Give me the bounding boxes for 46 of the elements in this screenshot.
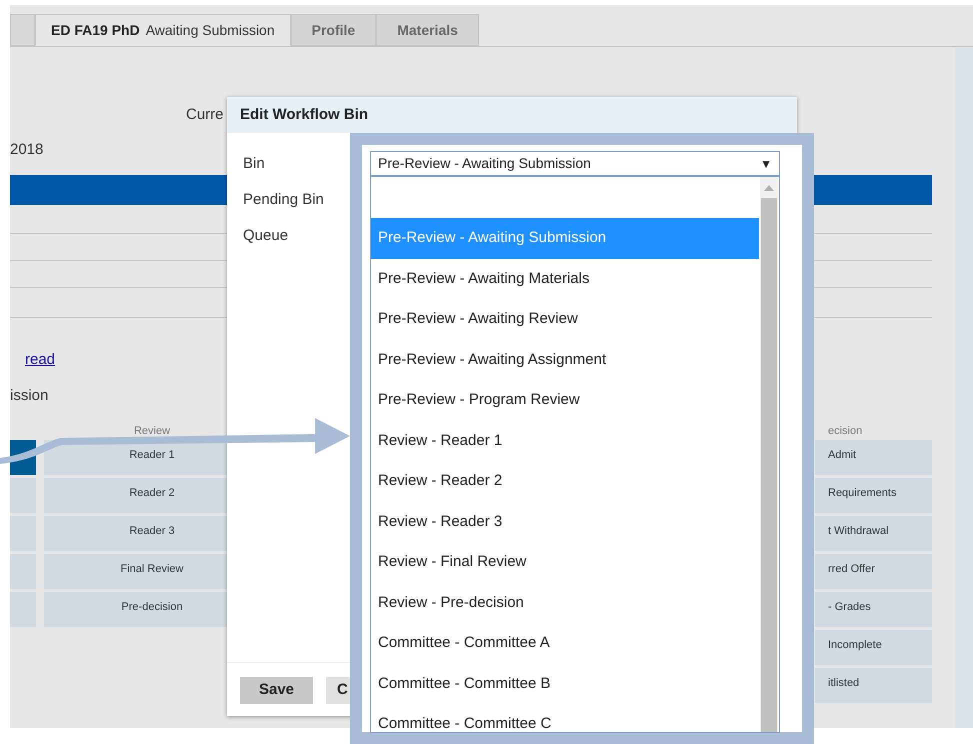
field-label: Pending Bin bbox=[243, 190, 324, 208]
save-button[interactable]: Save bbox=[240, 677, 313, 704]
stage-cell[interactable] bbox=[10, 478, 36, 513]
tab[interactable]: Profile bbox=[290, 14, 376, 46]
status-text: ission bbox=[10, 386, 48, 406]
dropdown-option[interactable]: Committee - Committee A bbox=[371, 623, 759, 664]
tab-label: Materials bbox=[397, 20, 458, 40]
dropdown-option[interactable]: Pre-Review - Awaiting Assignment bbox=[371, 340, 759, 380]
table-cell[interactable]: rred Offer bbox=[815, 554, 932, 589]
tab[interactable] bbox=[10, 14, 35, 46]
current-label: Curre bbox=[186, 105, 224, 125]
dropdown-option[interactable]: Review - Final Review bbox=[371, 542, 759, 582]
dropdown-option[interactable]: Review - Reader 1 bbox=[371, 420, 759, 461]
bin-select[interactable]: Pre-Review - Awaiting Submission ▼ bbox=[370, 151, 780, 176]
dropdown-option[interactable]: Pre-Review - Program Review bbox=[371, 380, 759, 420]
dropdown-option[interactable]: Committee - Committee B bbox=[371, 664, 759, 704]
tab[interactable]: Materials bbox=[376, 14, 479, 46]
dropdown-arrow-icon: ▼ bbox=[760, 154, 772, 172]
field-label: Bin bbox=[243, 154, 265, 172]
dropdown-option[interactable]: Review - Pre-decision bbox=[371, 582, 759, 623]
table-cell[interactable]: itlisted bbox=[815, 668, 932, 703]
date-text: 2018 bbox=[10, 140, 44, 160]
table-cell[interactable]: - Grades bbox=[815, 592, 932, 627]
dropdown-option[interactable]: Committee - Committee C bbox=[371, 704, 759, 744]
read-link[interactable]: read bbox=[25, 349, 56, 372]
tab-sublabel: Awaiting Submission bbox=[146, 20, 275, 40]
dropdown-option[interactable]: Review - Reader 3 bbox=[371, 502, 759, 542]
column-header: Review bbox=[132, 424, 172, 437]
stage-cell[interactable] bbox=[10, 592, 36, 627]
table-cell[interactable]: t Withdrawal bbox=[815, 516, 932, 551]
tab[interactable]: ED FA19 PhD Awaiting Submission bbox=[35, 14, 291, 46]
dropdown-option[interactable]: Pre-Review - Awaiting Review bbox=[371, 299, 759, 340]
dropdown-option[interactable]: Pre-Review - Awaiting Materials bbox=[371, 258, 759, 299]
select-value: Pre-Review - Awaiting Submission bbox=[378, 154, 591, 173]
stage-cell[interactable] bbox=[10, 516, 36, 551]
table-cell[interactable]: Admit bbox=[815, 440, 932, 475]
dialog-title: Edit Workflow Bin bbox=[227, 97, 797, 133]
dropdown-option[interactable]: Review - Reader 2 bbox=[371, 461, 759, 502]
tab-label: Profile bbox=[312, 20, 356, 40]
table-cell[interactable]: Incomplete bbox=[815, 630, 932, 665]
stage-cell[interactable] bbox=[10, 554, 36, 589]
scroll-up-icon[interactable] bbox=[764, 185, 774, 191]
column-header: ecision bbox=[827, 424, 864, 437]
table-cell[interactable]: Requirements bbox=[815, 478, 932, 513]
tab-label: ED FA19 PhD bbox=[51, 20, 140, 40]
field-label: Queue bbox=[243, 226, 288, 244]
